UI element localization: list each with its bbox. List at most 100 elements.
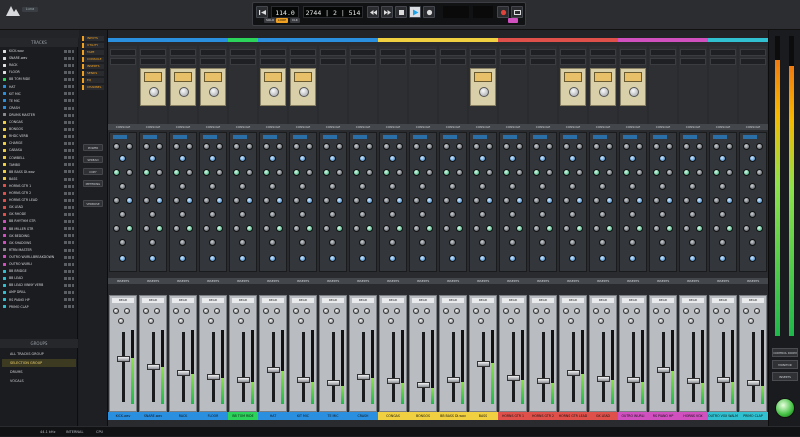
pan-knob[interactable] — [323, 308, 329, 314]
eq-knob[interactable] — [143, 225, 150, 232]
plugin-slot[interactable] — [200, 49, 226, 56]
eq-knob[interactable] — [276, 225, 283, 232]
eq-knob[interactable] — [269, 255, 276, 262]
tape-plugin[interactable] — [170, 68, 196, 106]
pan-knob[interactable] — [688, 318, 694, 324]
eq-knob[interactable] — [629, 211, 636, 218]
eq-knob[interactable] — [749, 155, 756, 162]
eq-knob[interactable] — [263, 143, 270, 150]
eq-knob[interactable] — [443, 169, 450, 176]
eq-knob[interactable] — [659, 155, 666, 162]
record-arm-button[interactable] — [497, 6, 509, 18]
pan-knob[interactable] — [124, 308, 130, 314]
eq-knob[interactable] — [276, 169, 283, 176]
eq-knob[interactable] — [119, 255, 126, 262]
pan-knob[interactable] — [353, 308, 359, 314]
pan-knob[interactable] — [394, 308, 400, 314]
read-automation-button[interactable]: READ — [442, 298, 464, 303]
eq-knob[interactable] — [479, 183, 486, 190]
pan-knob[interactable] — [484, 308, 490, 314]
console-type-tag[interactable] — [353, 135, 367, 139]
channel-name-label[interactable]: GK LEAD — [588, 412, 618, 420]
eq-knob[interactable] — [209, 255, 216, 262]
plugin-slot[interactable] — [590, 49, 616, 56]
eq-knob[interactable] — [539, 211, 546, 218]
plugin-slot[interactable] — [140, 49, 166, 56]
track-list-item[interactable]: HORNS GTR LEAD — [2, 197, 76, 204]
eq-knob[interactable] — [756, 197, 763, 204]
plugin-slot[interactable] — [380, 49, 406, 56]
track-list-item[interactable]: BB TOM RIDE — [2, 76, 76, 83]
eq-knob[interactable] — [389, 183, 396, 190]
plugin-slot[interactable] — [710, 58, 736, 65]
pan-knob[interactable] — [413, 308, 419, 314]
eq-knob[interactable] — [749, 183, 756, 190]
eq-knob[interactable] — [479, 239, 486, 246]
eq-knob[interactable] — [509, 155, 516, 162]
console-type-tag[interactable] — [293, 135, 307, 139]
plugin-slot[interactable] — [350, 49, 376, 56]
eq-knob[interactable] — [246, 169, 253, 176]
eq-knob[interactable] — [359, 239, 366, 246]
fader-cap[interactable] — [327, 380, 340, 386]
eq-knob[interactable] — [516, 225, 523, 232]
eq-knob[interactable] — [113, 143, 120, 150]
eq-knob[interactable] — [143, 197, 150, 204]
eq-knob[interactable] — [323, 225, 330, 232]
eq-knob[interactable] — [383, 225, 390, 232]
channel-name-label[interactable]: TE MIC — [318, 412, 348, 420]
read-automation-button[interactable]: READ — [202, 298, 224, 303]
eq-knob[interactable] — [636, 169, 643, 176]
pan-knob[interactable] — [544, 308, 550, 314]
track-state-icons[interactable] — [64, 198, 74, 202]
track-state-icons[interactable] — [64, 205, 74, 209]
console-type-tag[interactable] — [383, 135, 397, 139]
plugin-slot[interactable] — [590, 58, 616, 65]
marker-chip[interactable] — [508, 18, 518, 23]
eq-knob[interactable] — [233, 225, 240, 232]
stop-button[interactable] — [395, 6, 407, 18]
track-state-icons[interactable] — [64, 241, 74, 245]
plugin-slot[interactable] — [650, 49, 676, 56]
eq-knob[interactable] — [689, 239, 696, 246]
console-type-tag[interactable] — [233, 135, 247, 139]
eq-knob[interactable] — [569, 239, 576, 246]
eq-knob[interactable] — [413, 169, 420, 176]
eq-knob[interactable] — [449, 183, 456, 190]
track-state-icons[interactable] — [64, 63, 74, 67]
track-list-item[interactable]: SNARE.wav — [2, 55, 76, 62]
track-list-item[interactable]: BB RHYTHM GTR — [2, 218, 76, 225]
tape-plugin[interactable] — [590, 68, 616, 106]
eq-knob[interactable] — [143, 143, 150, 150]
plugin-slot[interactable] — [140, 58, 166, 65]
eq-knob[interactable] — [156, 225, 163, 232]
tape-plugin[interactable] — [200, 68, 226, 106]
pan-knob[interactable] — [364, 308, 370, 314]
eq-knob[interactable] — [629, 239, 636, 246]
channel-name-label[interactable]: BB TOM RIDE — [228, 412, 258, 420]
eq-knob[interactable] — [173, 197, 180, 204]
eq-knob[interactable] — [396, 197, 403, 204]
eq-knob[interactable] — [636, 143, 643, 150]
eq-knob[interactable] — [119, 239, 126, 246]
read-automation-button[interactable]: READ — [352, 298, 374, 303]
master-button[interactable]: MONITOR — [772, 360, 798, 369]
eq-knob[interactable] — [593, 225, 600, 232]
eq-knob[interactable] — [636, 197, 643, 204]
plugin-slot[interactable] — [350, 58, 376, 65]
eq-knob[interactable] — [689, 255, 696, 262]
eq-knob[interactable] — [186, 143, 193, 150]
console-type-tag[interactable] — [683, 135, 697, 139]
eq-knob[interactable] — [473, 169, 480, 176]
eq-knob[interactable] — [366, 143, 373, 150]
pan-knob[interactable] — [508, 318, 514, 324]
read-automation-button[interactable]: READ — [322, 298, 344, 303]
fader-cap[interactable] — [507, 374, 520, 381]
eq-knob[interactable] — [689, 155, 696, 162]
eq-knob[interactable] — [659, 183, 666, 190]
console-type-tag[interactable] — [143, 135, 157, 139]
tempo-display[interactable]: 114.0 — [271, 6, 299, 18]
pan-knob[interactable] — [203, 308, 209, 314]
saturation-knob[interactable] — [569, 87, 579, 97]
eq-knob[interactable] — [329, 255, 336, 262]
